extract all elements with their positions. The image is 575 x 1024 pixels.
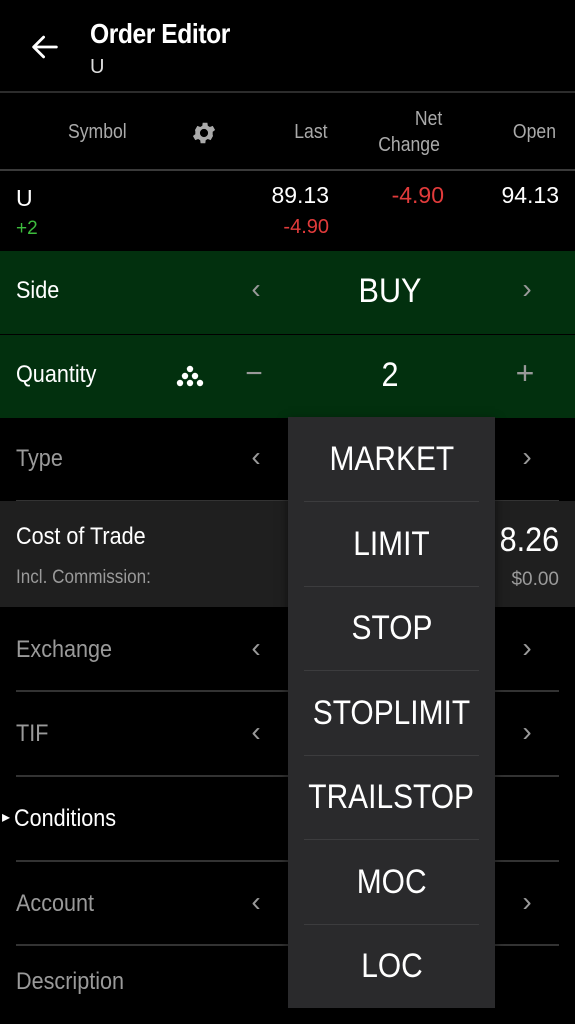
option-label: LIMIT — [353, 524, 430, 563]
option-label: TRAILSTOP — [308, 777, 475, 816]
quantity-label: Quantity — [16, 361, 97, 388]
type-next-chevron-icon[interactable]: › — [515, 441, 539, 473]
side-label: Side — [16, 277, 60, 304]
quote-table-header: Symbol Last Net Change Open — [0, 95, 575, 171]
exchange-prev-chevron-icon[interactable]: ‹ — [244, 632, 268, 664]
tif-prev-chevron-icon[interactable]: ‹ — [244, 716, 268, 748]
dropdown-option-stop[interactable]: STOP — [288, 586, 495, 670]
account-label: Account — [16, 890, 95, 917]
option-label: STOP — [351, 608, 432, 647]
quantity-value[interactable]: 2 — [300, 356, 480, 395]
account-next-chevron-icon[interactable]: › — [515, 886, 539, 918]
tif-label: TIF — [16, 720, 49, 747]
gear-icon[interactable] — [190, 119, 218, 147]
column-header-net-change-1: Net — [414, 108, 443, 130]
order-type-dropdown: MARKET LIMIT STOP STOPLIMIT TRAILSTOP MO… — [288, 417, 495, 1008]
quote-symbol: U — [16, 185, 33, 211]
column-header-last: Last — [294, 121, 328, 143]
page-subtitle: U — [90, 56, 105, 78]
exchange-label: Exchange — [16, 636, 113, 663]
cost-value: 8.26 — [499, 521, 559, 559]
side-prev-chevron-icon[interactable]: ‹ — [244, 273, 268, 305]
option-label: STOPLIMIT — [312, 693, 471, 732]
conditions-label: Conditions — [14, 805, 117, 832]
option-label: LOC — [360, 946, 423, 985]
quantity-presets-icon[interactable] — [175, 364, 205, 388]
column-header-open: Open — [512, 121, 557, 143]
option-label: MARKET — [329, 439, 454, 478]
dropdown-option-stoplimit[interactable]: STOPLIMIT — [288, 671, 495, 755]
quote-net-change: -4.90 — [391, 182, 444, 208]
type-prev-chevron-icon[interactable]: ‹ — [244, 441, 268, 473]
quote-row[interactable]: U +2 89.13 -4.90 -4.90 94.13 — [0, 172, 575, 249]
dropdown-option-trailstop[interactable]: TRAILSTOP — [288, 755, 495, 839]
commission-label: Incl. Commission: — [16, 567, 151, 588]
side-next-chevron-icon[interactable]: › — [515, 273, 539, 305]
quantity-decrement-button[interactable]: − — [242, 357, 266, 391]
page-title: Order Editor — [90, 18, 230, 49]
description-label: Description — [16, 968, 125, 995]
option-label: MOC — [356, 862, 427, 901]
side-row: Side ‹ BUY › — [0, 251, 575, 334]
position-qty: +2 — [16, 218, 38, 239]
commission-value: $0.00 — [511, 569, 559, 590]
column-header-symbol: Symbol — [68, 121, 127, 143]
expand-triangle-icon: ▸ — [2, 809, 11, 826]
quote-open: 94.13 — [501, 182, 559, 208]
quantity-increment-button[interactable]: + — [513, 355, 537, 392]
dropdown-option-market[interactable]: MARKET — [288, 417, 495, 501]
quantity-row: Quantity − 2 + — [0, 335, 575, 418]
dropdown-option-loc[interactable]: LOC — [288, 924, 495, 1008]
account-prev-chevron-icon[interactable]: ‹ — [244, 886, 268, 918]
cost-label: Cost of Trade — [16, 523, 146, 550]
dropdown-option-moc[interactable]: MOC — [288, 840, 495, 924]
exchange-next-chevron-icon[interactable]: › — [515, 632, 539, 664]
dropdown-option-limit[interactable]: LIMIT — [288, 502, 495, 586]
quote-last-change: -4.90 — [283, 216, 329, 238]
arrow-left-icon[interactable] — [28, 30, 62, 64]
app-header: Order Editor U — [0, 0, 575, 93]
type-label: Type — [16, 445, 63, 472]
tif-next-chevron-icon[interactable]: › — [515, 716, 539, 748]
quote-last: 89.13 — [271, 182, 329, 208]
column-header-net-change-2: Change — [378, 134, 440, 156]
side-value[interactable]: BUY — [300, 272, 480, 311]
